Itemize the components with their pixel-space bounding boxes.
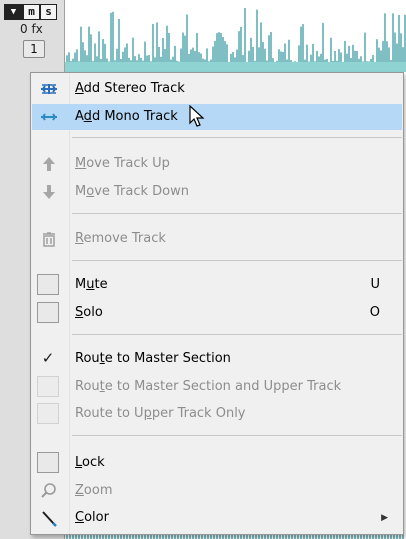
menu-item-label: Lock [75, 455, 105, 470]
trash-icon [43, 232, 55, 247]
fx-count-label[interactable]: 0 fx [20, 22, 43, 36]
menu-item-label: Move Track Up [75, 156, 170, 171]
menu-separator [72, 137, 402, 138]
stereo-track-icon [41, 84, 57, 94]
checkmark-icon: ✓ [41, 349, 55, 367]
lock-checkbox[interactable] [37, 452, 59, 473]
menu-item-label: Route to Upper Track Only [75, 406, 246, 421]
menu-item-color[interactable]: Color ▶ [32, 505, 402, 531]
menu-item-zoom[interactable]: Zoom [32, 478, 402, 504]
track-controls: ▼ m s [4, 4, 62, 20]
menu-item-route-upper-only[interactable]: Route to Upper Track Only [32, 401, 402, 427]
mute-checkbox[interactable] [37, 274, 59, 295]
menu-item-mute[interactable]: Mute U [32, 272, 402, 298]
menu-item-label: Move Track Down [75, 184, 189, 199]
mouse-cursor-icon [189, 105, 205, 127]
arrow-down-icon [43, 185, 55, 199]
menu-item-label: Remove Track [75, 231, 166, 246]
menu-separator [72, 435, 402, 436]
menu-item-shortcut: O [369, 305, 380, 320]
solo-button[interactable]: s [40, 4, 57, 20]
menu-item-route-to-master-section[interactable]: ✓ Route to Master Section [32, 346, 402, 372]
menu-separator [72, 260, 402, 261]
menu-separator [72, 213, 402, 214]
menu-item-label: Route to Master Section and Upper Track [75, 379, 342, 394]
track-number-button[interactable]: 1 [23, 40, 45, 58]
menu-item-remove-track[interactable]: Remove Track [32, 226, 402, 252]
menu-item-label: Mute [75, 277, 108, 292]
track-menu-dropdown-button[interactable]: ▼ [4, 4, 23, 20]
menu-item-solo[interactable]: Solo O [32, 300, 402, 326]
menu-item-label: Add Mono Track [75, 109, 178, 124]
menu-item-move-track-down[interactable]: Move Track Down [32, 179, 402, 205]
menu-item-shortcut: U [370, 277, 380, 292]
magnifier-icon [41, 483, 56, 498]
route-master-upper-checkbox [37, 376, 59, 397]
mute-button[interactable]: m [23, 4, 40, 20]
menu-item-lock[interactable]: Lock [32, 450, 402, 476]
arrow-up-icon [43, 157, 55, 171]
mono-track-icon [41, 113, 57, 121]
menu-item-add-stereo-track[interactable]: Add Stereo Track [32, 76, 402, 102]
route-upper-checkbox [37, 403, 59, 424]
solo-checkbox[interactable] [37, 302, 59, 323]
menu-item-label: Route to Master Section [75, 351, 231, 366]
menu-item-add-mono-track[interactable]: Add Mono Track [32, 104, 402, 130]
menu-item-route-master-and-upper[interactable]: Route to Master Section and Upper Track [32, 374, 402, 400]
menu-item-label: Zoom [75, 483, 113, 498]
track-context-menu: Add Stereo Track Add Mono Track Move Tra… [30, 72, 404, 535]
menu-item-label: Solo [75, 305, 103, 320]
color-pen-icon [42, 511, 57, 527]
menu-item-label: Add Stereo Track [75, 81, 185, 96]
menu-item-move-track-up[interactable]: Move Track Up [32, 151, 402, 177]
submenu-arrow-icon: ▶ [381, 513, 388, 523]
menu-item-label: Color [75, 510, 109, 525]
menu-separator [72, 334, 402, 335]
